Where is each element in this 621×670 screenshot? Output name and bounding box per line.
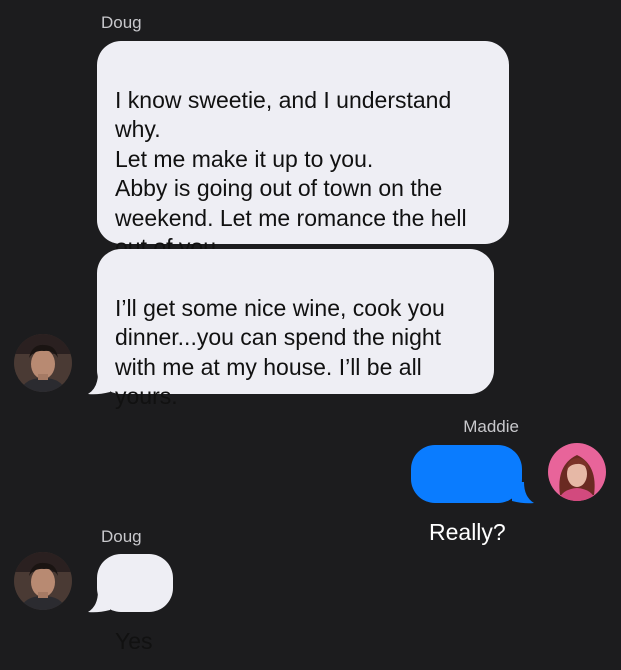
bubble-tail: [88, 591, 110, 613]
message-bubble-maddie-1[interactable]: Really?: [411, 445, 522, 545]
bubble-tail: [512, 482, 534, 504]
message-text: I’ll get some nice wine, cook you dinner…: [115, 294, 445, 410]
avatar-maddie[interactable]: [548, 443, 606, 501]
avatar-doug-1[interactable]: [14, 334, 72, 392]
avatar-woman-icon: [548, 443, 606, 501]
message-bubble-doug-1[interactable]: I know sweetie, and I understand why. Le…: [97, 41, 509, 260]
sender-name-maddie: Maddie: [463, 417, 519, 436]
sender-name-doug-1: Doug: [101, 13, 142, 32]
message-text: Yes: [115, 628, 153, 654]
avatar-doug-2[interactable]: [14, 552, 72, 610]
bubble-tail: [88, 373, 110, 395]
message-bubble-doug-2[interactable]: I’ll get some nice wine, cook you dinner…: [97, 249, 494, 409]
avatar-man-icon: [14, 552, 72, 610]
sender-name-doug-2: Doug: [101, 527, 142, 546]
message-text: I know sweetie, and I understand why. Le…: [115, 86, 467, 261]
message-text: Really?: [429, 519, 506, 545]
avatar-man-icon: [14, 334, 72, 392]
